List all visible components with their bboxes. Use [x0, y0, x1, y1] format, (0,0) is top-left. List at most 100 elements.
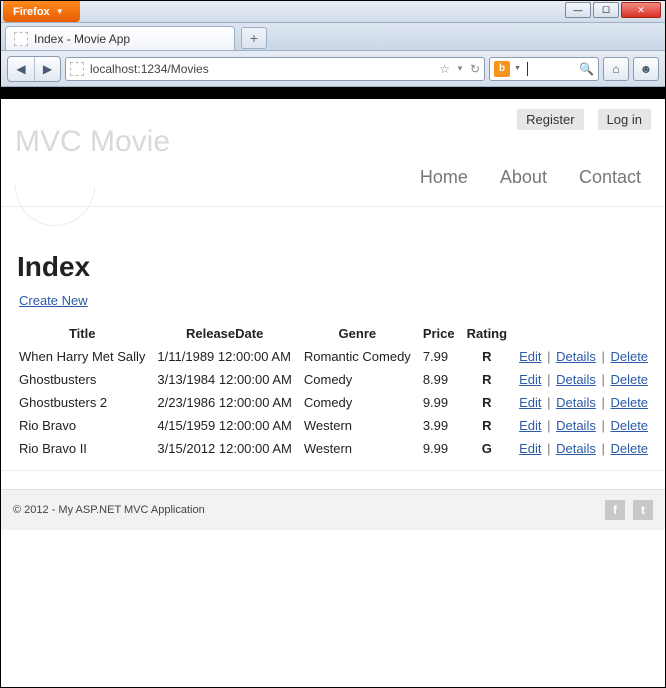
cell-price: 7.99	[417, 345, 461, 368]
cell-genre: Comedy	[298, 391, 417, 414]
cell-title: Rio Bravo	[13, 414, 151, 437]
bookmark-star-icon[interactable]: ☆	[439, 62, 450, 76]
site-brand[interactable]: MVC Movie	[15, 125, 655, 159]
browser-tabbar: Index - Movie App +	[1, 23, 665, 51]
footer-text: © 2012 - My ASP.NET MVC Application	[13, 504, 205, 516]
firefox-app-button[interactable]: Firefox ▼	[3, 1, 80, 22]
col-rating: Rating	[461, 322, 513, 345]
search-engine-dropdown-icon[interactable]: ▼	[514, 65, 521, 72]
cell-title: Rio Bravo II	[13, 437, 151, 460]
table-row: Ghostbusters 22/23/1986 12:00:00 AMComed…	[13, 391, 654, 414]
cell-release-date: 4/15/1959 12:00:00 AM	[151, 414, 297, 437]
table-row: When Harry Met Sally1/11/1989 12:00:00 A…	[13, 345, 654, 368]
bing-icon: b	[494, 61, 510, 77]
search-box[interactable]: b ▼ 🔍	[489, 57, 599, 81]
details-link[interactable]: Details	[556, 418, 596, 433]
delete-link[interactable]: Delete	[610, 349, 648, 364]
create-new-link[interactable]: Create New	[19, 293, 88, 308]
home-button[interactable]: ⌂	[603, 57, 629, 81]
details-link[interactable]: Details	[556, 441, 596, 456]
cell-price: 3.99	[417, 414, 461, 437]
table-row: Ghostbusters3/13/1984 12:00:00 AMComedy8…	[13, 368, 654, 391]
cell-price: 9.99	[417, 391, 461, 414]
nav-home[interactable]: Home	[420, 167, 468, 188]
cell-genre: Western	[298, 437, 417, 460]
cell-actions: Edit | Details | Delete	[513, 345, 654, 368]
nav-contact[interactable]: Contact	[579, 167, 641, 188]
forward-button[interactable]: ▶	[34, 57, 60, 81]
cell-rating: R	[461, 391, 513, 414]
page-title: Index	[17, 251, 653, 283]
cell-release-date: 3/15/2012 12:00:00 AM	[151, 437, 297, 460]
nav-arrows: ◀ ▶	[7, 56, 61, 82]
main-nav: Home About Contact	[15, 167, 655, 188]
page-footer: © 2012 - My ASP.NET MVC Application f t	[1, 489, 665, 530]
details-link[interactable]: Details	[556, 349, 596, 364]
table-header-row: Title ReleaseDate Genre Price Rating	[13, 322, 654, 345]
close-button[interactable]: ✕	[621, 2, 661, 18]
col-actions	[513, 322, 654, 345]
window-controls: — ☐ ✕	[561, 1, 665, 22]
cell-rating: R	[461, 345, 513, 368]
table-row: Rio Bravo4/15/1959 12:00:00 AMWestern3.9…	[13, 414, 654, 437]
new-tab-button[interactable]: +	[241, 27, 267, 49]
facebook-icon[interactable]: f	[605, 500, 625, 520]
browser-tab[interactable]: Index - Movie App	[5, 26, 235, 50]
feedback-button[interactable]: ☻	[633, 57, 659, 81]
register-link[interactable]: Register	[517, 109, 583, 130]
edit-link[interactable]: Edit	[519, 395, 541, 410]
twitter-icon[interactable]: t	[633, 500, 653, 520]
col-price: Price	[417, 322, 461, 345]
dropdown-icon: ▼	[56, 7, 64, 16]
edit-link[interactable]: Edit	[519, 441, 541, 456]
details-link[interactable]: Details	[556, 395, 596, 410]
cell-title: Ghostbusters	[13, 368, 151, 391]
delete-link[interactable]: Delete	[610, 395, 648, 410]
cell-genre: Romantic Comedy	[298, 345, 417, 368]
reload-icon[interactable]: ↻	[470, 62, 480, 76]
cell-genre: Comedy	[298, 368, 417, 391]
minimize-button[interactable]: —	[565, 2, 591, 18]
cell-rating: G	[461, 437, 513, 460]
cell-price: 8.99	[417, 368, 461, 391]
col-title: Title	[13, 322, 151, 345]
page-body: Index Create New Title ReleaseDate Genre…	[1, 206, 665, 471]
back-button[interactable]: ◀	[8, 57, 34, 81]
page-favicon-icon	[14, 32, 28, 46]
browser-navbar: ◀ ▶ localhost:1234/Movies ☆ ▼ ↻ b ▼ 🔍 ⌂ …	[1, 51, 665, 87]
nav-about[interactable]: About	[500, 167, 547, 188]
cell-actions: Edit | Details | Delete	[513, 391, 654, 414]
browser-menubar: Firefox ▼ — ☐ ✕	[1, 1, 665, 23]
delete-link[interactable]: Delete	[610, 418, 648, 433]
delete-link[interactable]: Delete	[610, 372, 648, 387]
details-link[interactable]: Details	[556, 372, 596, 387]
url-bar[interactable]: localhost:1234/Movies ☆ ▼ ↻	[65, 57, 485, 81]
cell-rating: R	[461, 368, 513, 391]
site-identity-icon	[70, 62, 84, 76]
firefox-app-label: Firefox	[13, 6, 50, 18]
delete-link[interactable]: Delete	[610, 441, 648, 456]
cell-title: When Harry Met Sally	[13, 345, 151, 368]
col-genre: Genre	[298, 322, 417, 345]
edit-link[interactable]: Edit	[519, 349, 541, 364]
edit-link[interactable]: Edit	[519, 372, 541, 387]
page-viewport: Register Log in MVC Movie Home About Con…	[1, 87, 665, 687]
login-link[interactable]: Log in	[598, 109, 651, 130]
maximize-button[interactable]: ☐	[593, 2, 619, 18]
cell-title: Ghostbusters 2	[13, 391, 151, 414]
cell-rating: R	[461, 414, 513, 437]
edit-link[interactable]: Edit	[519, 418, 541, 433]
tab-title: Index - Movie App	[34, 32, 130, 46]
movies-table: Title ReleaseDate Genre Price Rating Whe…	[13, 322, 654, 460]
col-release-date: ReleaseDate	[151, 322, 297, 345]
dropdown-icon[interactable]: ▼	[456, 64, 464, 73]
cell-release-date: 1/11/1989 12:00:00 AM	[151, 345, 297, 368]
cell-actions: Edit | Details | Delete	[513, 437, 654, 460]
top-black-bar	[1, 87, 665, 99]
search-cursor	[527, 62, 528, 76]
url-text: localhost:1234/Movies	[90, 62, 439, 76]
cell-price: 9.99	[417, 437, 461, 460]
cell-release-date: 2/23/1986 12:00:00 AM	[151, 391, 297, 414]
account-links: Register Log in	[517, 109, 651, 130]
search-go-icon[interactable]: 🔍	[579, 62, 594, 76]
